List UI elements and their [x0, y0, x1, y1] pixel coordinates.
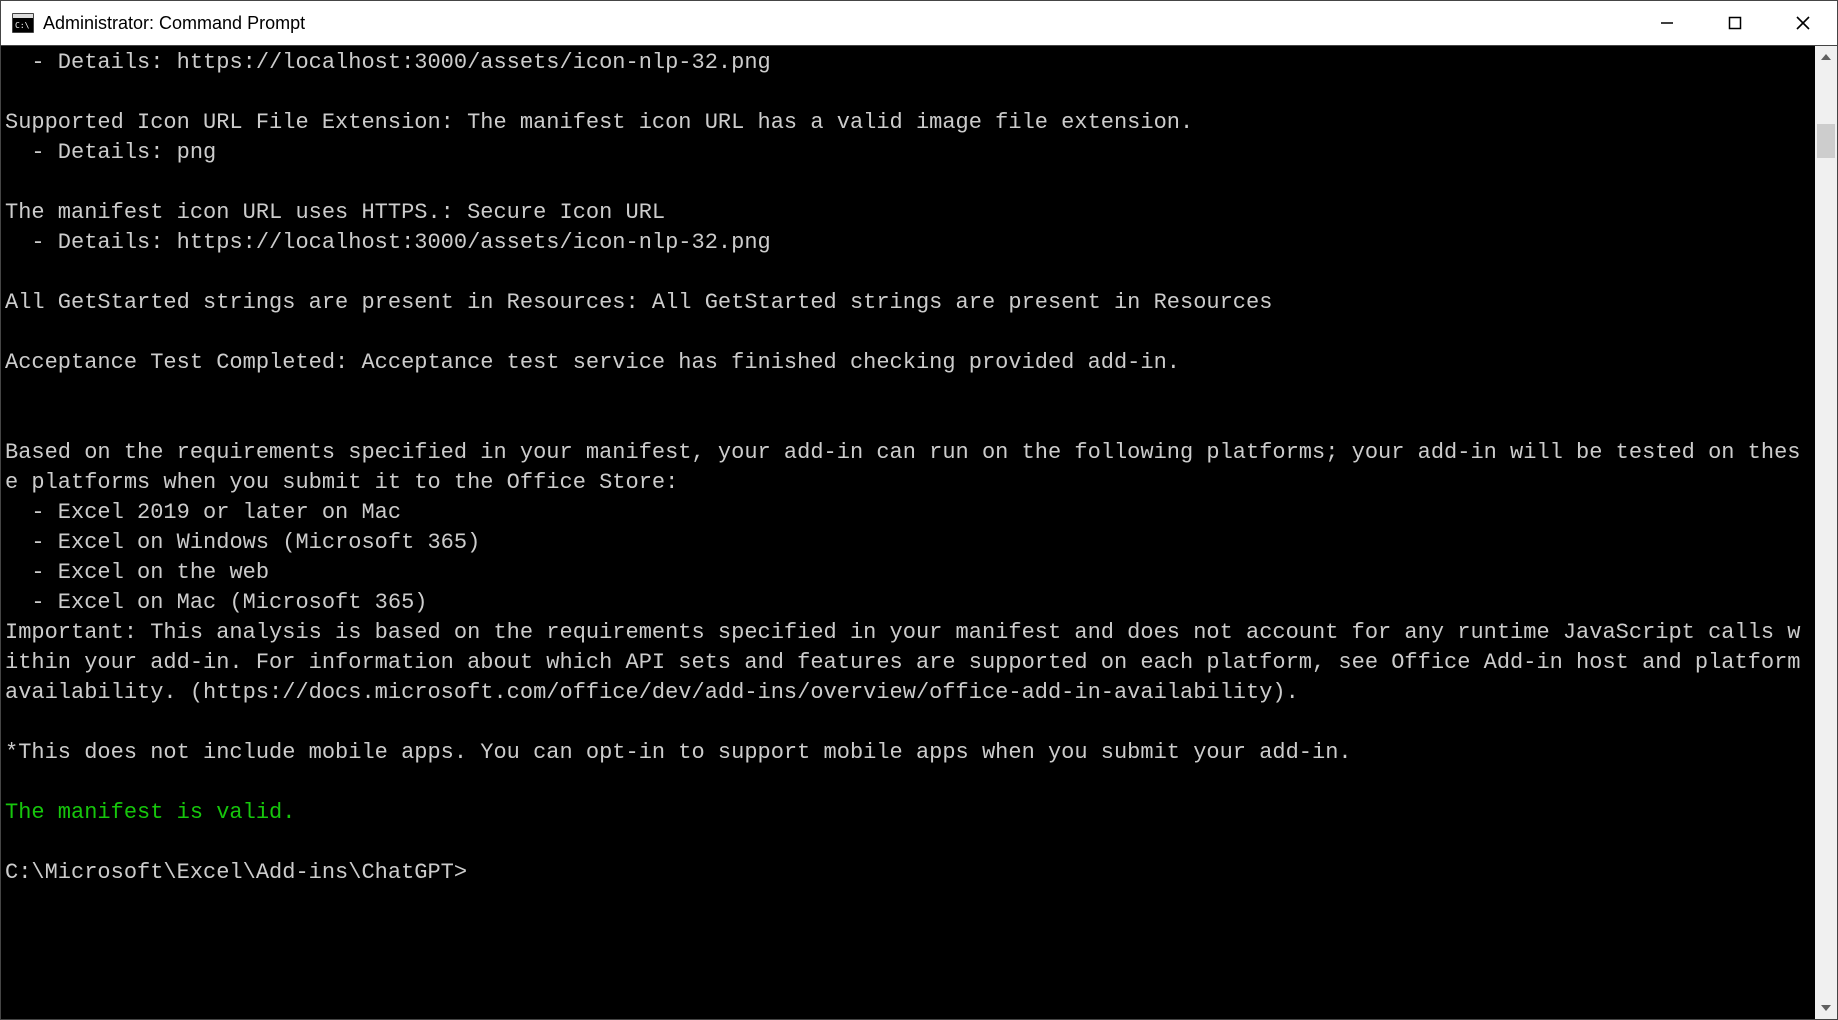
console-line — [5, 408, 1811, 438]
titlebar[interactable]: C:\ Administrator: Command Prompt — [1, 1, 1837, 46]
console-line: Acceptance Test Completed: Acceptance te… — [5, 348, 1811, 378]
console-line — [5, 168, 1811, 198]
console-line: - Excel on Windows (Microsoft 365) — [5, 528, 1811, 558]
scroll-thumb[interactable] — [1817, 124, 1835, 158]
console-line: The manifest icon URL uses HTTPS.: Secur… — [5, 198, 1811, 228]
console-line: - Excel 2019 or later on Mac — [5, 498, 1811, 528]
console-line: Based on the requirements specified in y… — [5, 438, 1811, 498]
close-button[interactable] — [1769, 1, 1837, 45]
console-line: - Details: https://localhost:3000/assets… — [5, 228, 1811, 258]
prompt-line[interactable]: C:\Microsoft\Excel\Add-ins\ChatGPT> — [5, 858, 1811, 888]
terminal-output[interactable]: - Details: https://localhost:3000/assets… — [1, 46, 1815, 1019]
console-line: - Excel on Mac (Microsoft 365) — [5, 588, 1811, 618]
console-line — [5, 258, 1811, 288]
minimize-icon — [1660, 16, 1674, 30]
console-line — [5, 318, 1811, 348]
minimize-button[interactable] — [1633, 1, 1701, 45]
console-line: *This does not include mobile apps. You … — [5, 738, 1811, 768]
console-line — [5, 768, 1811, 798]
svg-text:C:\: C:\ — [15, 21, 30, 30]
window-controls — [1633, 1, 1837, 45]
client-area: - Details: https://localhost:3000/assets… — [1, 46, 1837, 1019]
console-line: Important: This analysis is based on the… — [5, 618, 1811, 708]
scroll-up-arrow-icon[interactable] — [1815, 46, 1837, 68]
console-line: Supported Icon URL File Extension: The m… — [5, 108, 1811, 138]
console-line: - Excel on the web — [5, 558, 1811, 588]
maximize-icon — [1728, 16, 1742, 30]
maximize-button[interactable] — [1701, 1, 1769, 45]
console-line — [5, 708, 1811, 738]
scroll-track[interactable] — [1815, 68, 1837, 997]
vertical-scrollbar[interactable] — [1815, 46, 1837, 1019]
console-line: All GetStarted strings are present in Re… — [5, 288, 1811, 318]
success-line: The manifest is valid. — [5, 798, 1811, 828]
console-line — [5, 828, 1811, 858]
scroll-down-arrow-icon[interactable] — [1815, 997, 1837, 1019]
console-line — [5, 378, 1811, 408]
console-line — [5, 78, 1811, 108]
console-line: - Details: png — [5, 138, 1811, 168]
close-icon — [1795, 15, 1811, 31]
window-title: Administrator: Command Prompt — [43, 13, 1633, 34]
command-prompt-window: C:\ Administrator: Command Prompt — [0, 0, 1838, 1020]
cmd-icon: C:\ — [11, 11, 35, 35]
console-line: - Details: https://localhost:3000/assets… — [5, 48, 1811, 78]
